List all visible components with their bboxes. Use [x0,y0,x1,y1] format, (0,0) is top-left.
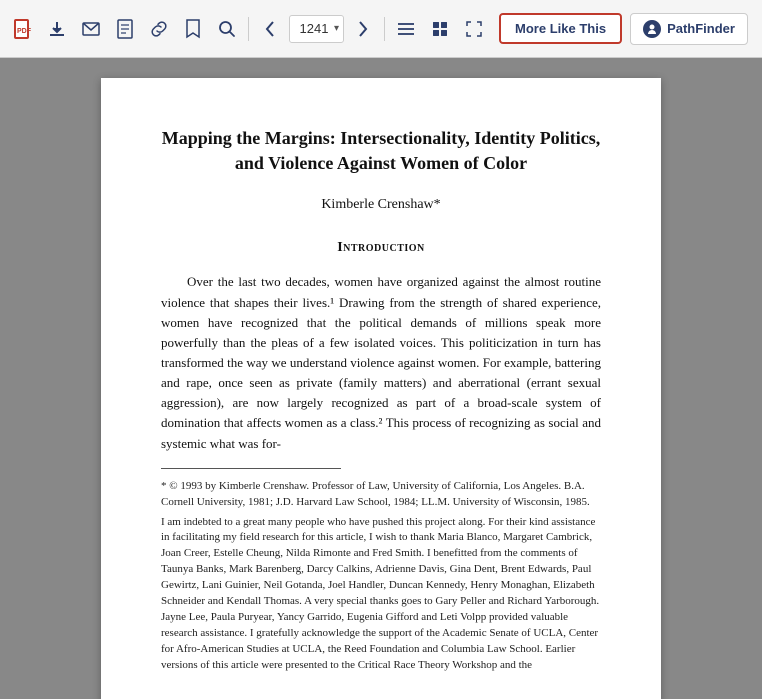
document-icon[interactable] [110,14,140,44]
search-icon[interactable] [212,14,242,44]
pathfinder-button[interactable]: PathFinder [630,13,748,45]
pathfinder-icon [643,20,661,38]
footnote-star: * © 1993 by Kimberle Crenshaw. Professor… [161,479,601,511]
bookmark-icon[interactable] [178,14,208,44]
divider-1 [248,17,249,41]
footnotes: * © 1993 by Kimberle Crenshaw. Professor… [161,479,601,674]
next-page-button[interactable] [348,14,378,44]
paper-body: Over the last two decades, women have or… [161,272,601,453]
prev-page-button[interactable] [255,14,285,44]
main-content: Mapping the Margins: Intersectionality, … [0,58,762,699]
paper-document: Mapping the Margins: Intersectionality, … [101,78,661,699]
pathfinder-label: PathFinder [667,21,735,36]
paragraph-1: Over the last two decades, women have or… [161,272,601,453]
paper-title: Mapping the Margins: Intersectionality, … [161,126,601,176]
paper-author: Kimberle Crenshaw* [161,194,601,215]
more-like-this-button[interactable]: More Like This [499,13,622,44]
pdf-icon[interactable]: PDF [8,14,38,44]
toolbar: PDF [0,0,762,58]
download-icon[interactable] [42,14,72,44]
page-number-input[interactable] [294,21,334,36]
page-dropdown-icon[interactable]: ▾ [334,23,339,34]
expand-icon[interactable] [459,14,489,44]
page-number-group: ▾ [289,15,344,43]
footnote-acknowledgment: I am indebted to a great many people who… [161,515,601,674]
svg-text:PDF: PDF [17,28,32,35]
grid-view-icon[interactable] [425,14,455,44]
divider-2 [384,17,385,41]
footnote-divider [161,468,341,469]
email-icon[interactable] [76,14,106,44]
paper-section-heading: Introduction [161,237,601,258]
link-icon[interactable] [144,14,174,44]
menu-icon[interactable] [391,14,421,44]
